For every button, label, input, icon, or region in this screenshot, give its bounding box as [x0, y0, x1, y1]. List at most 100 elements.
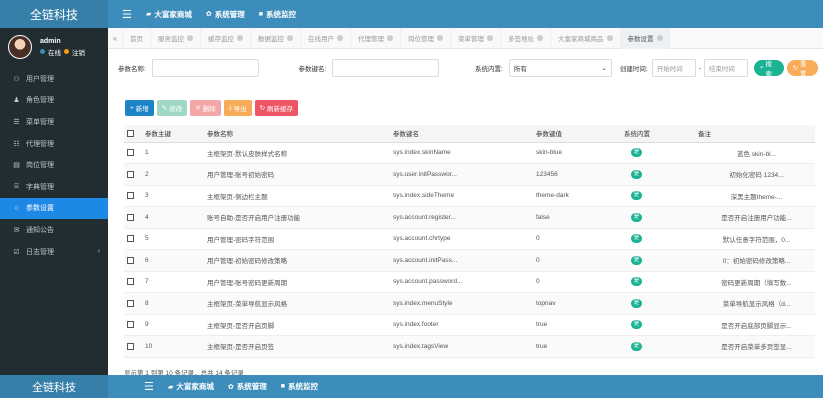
tab-params[interactable]: 参数设置: [619, 27, 670, 49]
param-remark[interactable]: 默认任意字符范围，0...: [695, 228, 815, 250]
tab-posts[interactable]: 岗位管理: [400, 27, 450, 49]
param-key[interactable]: sys.index.footer: [390, 314, 533, 336]
param-remark[interactable]: 深黑主题theme-...: [695, 185, 815, 207]
close-icon[interactable]: [387, 35, 393, 41]
sidebar-item-params[interactable]: ○ 参数设置: [0, 197, 108, 220]
close-icon[interactable]: [656, 35, 663, 41]
close-icon[interactable]: [287, 35, 293, 41]
param-remark[interactable]: 蓝色 skin-bl...: [695, 142, 815, 164]
param-remark[interactable]: 菜单导航显示风格（d...: [695, 292, 815, 315]
top-menu-shop[interactable]: ▰ 大富家商城: [146, 9, 192, 20]
sidebar-item-posts[interactable]: ▤ 岗位管理: [0, 154, 108, 176]
row-checkbox[interactable]: [127, 149, 134, 157]
top-menu-shop[interactable]: ▰ 大富家商城: [168, 381, 214, 392]
top-menu-system[interactable]: ✿ 系统管理: [206, 9, 245, 20]
export-button[interactable]: ⤓ 导出: [223, 100, 252, 116]
edit-button[interactable]: ✎ 修改: [156, 100, 188, 116]
param-key[interactable]: sys.account.initPass...: [390, 249, 533, 272]
tab-menus[interactable]: 菜单管理: [450, 27, 500, 49]
tab-data-monitor[interactable]: 数据监控: [250, 27, 300, 49]
hamburger-menu-icon[interactable]: ☰: [144, 380, 162, 393]
sidebar-item-users[interactable]: ⚇ 用户管理: [0, 68, 108, 90]
sidebar-item-agents[interactable]: ☷ 代理管理: [0, 133, 108, 155]
table-row[interactable]: 6 用户管理-初始密码修改策略 sys.account.initPass... 0 是 0…: [124, 249, 815, 272]
tab-agents[interactable]: 代理管理: [350, 27, 400, 49]
param-remark[interactable]: 是否开启注册用户功能...: [695, 206, 815, 229]
reset-button[interactable]: ↻ 重置: [786, 60, 819, 78]
tab-online-users[interactable]: 在线用户: [300, 27, 350, 49]
param-key[interactable]: sys.index.tagsView: [390, 335, 533, 358]
row-checkbox[interactable]: [127, 342, 134, 350]
close-icon[interactable]: [237, 35, 243, 41]
param-key[interactable]: sys.account.register...: [390, 206, 533, 229]
brand-logo[interactable]: 全链科技: [0, 0, 108, 28]
param-remark[interactable]: 密码更新周期（填写数...: [695, 271, 815, 293]
param-name-input[interactable]: [151, 59, 259, 77]
tab-shop-goods[interactable]: 大富家商城商品: [550, 27, 620, 49]
table-row[interactable]: 10 主框架页-是否开启页签 sys.index.tagsView true 是 是否开启…: [124, 335, 815, 358]
sidebar-item-roles[interactable]: ♟ 角色管理: [0, 90, 108, 112]
table-row[interactable]: 3 主框架页-侧边栏主题 sys.index.sideTheme theme-dark…: [124, 185, 815, 207]
row-checkbox[interactable]: [127, 321, 134, 329]
tab-scroll-left-icon[interactable]: «: [108, 34, 122, 43]
row-checkbox[interactable]: [127, 235, 134, 243]
table-row[interactable]: 7 用户管理-账号密码更新周期 sys.account.password... 0 是 密…: [124, 271, 815, 293]
param-key[interactable]: sys.index.sideTheme: [390, 185, 533, 207]
tab-multisig[interactable]: 多签地址: [500, 27, 550, 49]
row-checkbox[interactable]: [127, 170, 134, 178]
column-header[interactable]: 参数键名: [390, 125, 533, 143]
close-icon[interactable]: [487, 35, 493, 41]
column-header[interactable]: 系统内置: [621, 125, 695, 143]
top-menu-monitor[interactable]: ■ 系统监控: [259, 9, 296, 20]
tab-cache-monitor[interactable]: 缓存监控: [200, 27, 250, 49]
param-remark[interactable]: 是否开启菜单多页签显...: [695, 335, 815, 358]
param-remark[interactable]: 是否开启底部页脚显示...: [695, 314, 815, 336]
close-icon[interactable]: [187, 35, 193, 41]
brand-logo[interactable]: 全链科技: [0, 375, 108, 398]
close-icon[interactable]: [337, 35, 343, 41]
avatar[interactable]: [8, 35, 32, 59]
hamburger-menu-icon[interactable]: ☰: [122, 8, 140, 21]
close-icon[interactable]: [606, 35, 613, 41]
row-checkbox[interactable]: [127, 256, 134, 264]
top-menu-monitor[interactable]: ■ 系统监控: [281, 381, 318, 392]
table-row[interactable]: 4 账号自助-是否开启用户注册功能 sys.account.register... f…: [124, 206, 815, 229]
column-header[interactable]: 参数键值: [533, 125, 621, 143]
param-remark[interactable]: 0：初始密码修改策略...: [695, 249, 815, 272]
param-key[interactable]: sys.index.skinName: [390, 142, 533, 164]
close-icon[interactable]: [537, 35, 543, 41]
end-time-input[interactable]: 结束时间: [703, 59, 748, 77]
table-row[interactable]: 2 用户管理-账号初始密码 sys.user.initPasswor... 12345…: [124, 163, 815, 186]
top-menu-system[interactable]: ✿ 系统管理: [228, 381, 267, 392]
builtin-select[interactable]: 所有 ⌄: [508, 59, 612, 77]
table-row[interactable]: 5 用户管理-密码字符范围 sys.account.chrtype 0 是 默认任意字符范…: [124, 228, 815, 250]
table-row[interactable]: 9 主框架页-是否开启页脚 sys.index.footer true 是 是否开启底部页…: [124, 314, 815, 336]
column-header[interactable]: 参数主键: [142, 125, 204, 143]
start-time-input[interactable]: 开始时间: [651, 59, 696, 77]
sidebar-item-notices[interactable]: ✉ 通知公告: [0, 219, 108, 241]
sidebar-item-menus[interactable]: ☰ 菜单管理: [0, 111, 108, 133]
param-key[interactable]: sys.user.initPasswor...: [390, 163, 533, 186]
param-remark[interactable]: 初始化密码 1234...: [695, 163, 815, 186]
row-checkbox[interactable]: [127, 192, 134, 200]
sidebar-item-dict[interactable]: ⌸ 字典管理: [0, 176, 108, 198]
close-icon[interactable]: [437, 35, 443, 41]
sidebar-item-logs[interactable]: ☑ 日志管理 ‹: [0, 241, 108, 263]
add-button[interactable]: + 新增: [125, 100, 154, 116]
table-row[interactable]: 1 主框架页-默认皮肤样式名称 sys.index.skinName skin-blu…: [124, 142, 815, 164]
param-key[interactable]: sys.index.menuStyle: [390, 292, 533, 315]
select-all-checkbox[interactable]: [127, 129, 134, 137]
row-checkbox[interactable]: [127, 278, 134, 286]
refresh-cache-button[interactable]: ↻ 刷新缓存: [254, 100, 299, 116]
logout-link[interactable]: 注销: [72, 47, 85, 57]
search-button[interactable]: ⌕ 搜索: [753, 60, 784, 78]
param-key[interactable]: sys.account.password...: [390, 271, 533, 293]
row-checkbox[interactable]: [127, 299, 134, 307]
param-key-input[interactable]: [332, 59, 439, 77]
delete-button[interactable]: ✕ 删除: [190, 100, 221, 116]
tab-home[interactable]: 首页: [122, 27, 150, 49]
column-header[interactable]: 备注: [695, 125, 815, 143]
param-key[interactable]: sys.account.chrtype: [390, 228, 533, 250]
table-row[interactable]: 8 主框架页-菜单导航显示风格 sys.index.menuStyle topnav 是…: [124, 292, 815, 315]
tab-server-monitor[interactable]: 服务监控: [150, 27, 200, 49]
